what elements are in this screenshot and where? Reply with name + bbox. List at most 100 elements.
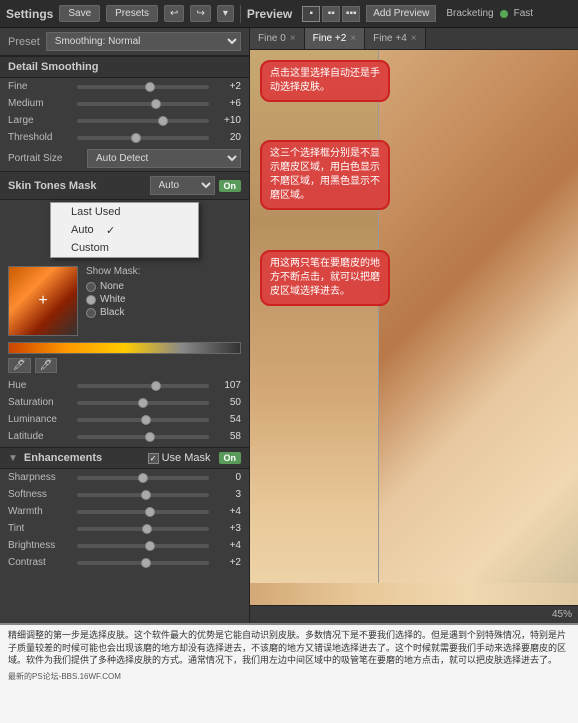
- threshold-track[interactable]: [77, 136, 209, 140]
- warmth-value: +4: [213, 506, 241, 517]
- softness-thumb[interactable]: [141, 490, 151, 500]
- save-button[interactable]: Save: [59, 5, 100, 22]
- saturation-thumb[interactable]: [138, 398, 148, 408]
- presets-button[interactable]: Presets: [106, 5, 158, 22]
- use-mask-checkbox[interactable]: [148, 453, 159, 464]
- enhancements-title: Enhancements: [24, 452, 144, 464]
- dropdown-last-used[interactable]: Last Used: [51, 203, 198, 221]
- softness-label: Softness: [8, 489, 73, 500]
- tab-fine0[interactable]: Fine 0 ×: [250, 28, 305, 49]
- mask-none-row[interactable]: None: [86, 281, 140, 292]
- large-track[interactable]: [77, 119, 209, 123]
- luminance-label: Luminance: [8, 414, 73, 425]
- show-mask-area: Show Mask: None White Black: [86, 266, 140, 336]
- fine-slider-row: Fine +2: [0, 78, 249, 95]
- tab-fine4[interactable]: Fine +4 ×: [365, 28, 425, 49]
- medium-track[interactable]: [77, 102, 209, 106]
- preset-select[interactable]: Smoothing: Normal: [46, 32, 241, 51]
- dropdown-auto[interactable]: Auto: [51, 221, 198, 239]
- bracketing-label: Bracketing: [446, 8, 493, 19]
- luminance-thumb[interactable]: [141, 415, 151, 425]
- mask-white-row[interactable]: White: [86, 294, 140, 305]
- medium-value: +6: [213, 98, 241, 109]
- mask-none-label: None: [100, 281, 124, 292]
- hue-track[interactable]: [77, 384, 209, 388]
- large-thumb[interactable]: [158, 116, 168, 126]
- hue-label: Hue: [8, 380, 73, 391]
- hsl-sliders: Hue 107 Saturation 50 Luminance 54: [0, 375, 249, 447]
- dropdown-custom[interactable]: Custom: [51, 239, 198, 257]
- sharpness-value: 0: [213, 472, 241, 483]
- sharpness-thumb[interactable]: [138, 473, 148, 483]
- threshold-thumb[interactable]: [131, 133, 141, 143]
- eyedropper-remove-button[interactable]: 🖊: [35, 358, 58, 373]
- luminance-value: 54: [213, 414, 241, 425]
- color-gradient-bar[interactable]: [8, 342, 241, 354]
- use-mask-checkbox-label[interactable]: Use Mask: [148, 452, 211, 464]
- portrait-size-label: Portrait Size: [8, 153, 83, 164]
- arrow-button[interactable]: ▾: [217, 5, 234, 22]
- contrast-thumb[interactable]: [141, 558, 151, 568]
- tab-fine2[interactable]: Fine +2 ×: [305, 28, 365, 49]
- tint-track[interactable]: [77, 527, 209, 531]
- contrast-track[interactable]: [77, 561, 209, 565]
- warmth-track[interactable]: [77, 510, 209, 514]
- mask-black-row[interactable]: Black: [86, 307, 140, 318]
- bottom-paragraph: 精细调整的第一步是选择皮肤。这个软件最大的优势是它能自动识别皮肤。多数情况下是不…: [8, 629, 570, 667]
- brightness-slider-row: Brightness +4: [0, 537, 249, 554]
- skin-on-badge[interactable]: On: [219, 180, 242, 192]
- footer-site: 最新的PS论坛-BBS.16WF.COM: [8, 671, 570, 682]
- saturation-value: 50: [213, 397, 241, 408]
- medium-label: Medium: [8, 98, 73, 109]
- hue-thumb[interactable]: [151, 381, 161, 391]
- medium-thumb[interactable]: [151, 99, 161, 109]
- redo-button[interactable]: ↪: [190, 5, 210, 22]
- threshold-value: 20: [213, 132, 241, 143]
- enhancements-triangle-icon[interactable]: ▼: [8, 453, 18, 464]
- portrait-size-select[interactable]: Auto Detect: [87, 149, 241, 168]
- tab-fine4-close[interactable]: ×: [411, 33, 417, 44]
- enhancements-on-badge[interactable]: On: [219, 452, 242, 464]
- main-layout: Preset Smoothing: Normal Detail Smoothin…: [0, 28, 578, 623]
- mask-none-radio[interactable]: [86, 282, 96, 292]
- face-region: [378, 50, 578, 623]
- hue-value: 107: [213, 380, 241, 391]
- single-view-button[interactable]: ▪: [302, 6, 320, 22]
- undo-button[interactable]: ↩: [164, 5, 184, 22]
- preset-row: Preset Smoothing: Normal: [0, 28, 249, 56]
- eyedropper-add-button[interactable]: 🖊: [8, 358, 31, 373]
- color-swatch[interactable]: +: [8, 266, 78, 336]
- fine-thumb[interactable]: [145, 82, 155, 92]
- skin-tones-select[interactable]: Auto Last Used Custom: [150, 176, 215, 195]
- bubble2-text: 这三个选择框分别是不显示磨皮区域，用白色显示不磨区域，用黑色显示不磨区域。: [270, 148, 380, 201]
- brightness-track[interactable]: [77, 544, 209, 548]
- latitude-track[interactable]: [77, 435, 209, 439]
- latitude-label: Latitude: [8, 431, 73, 442]
- skin-tones-title: Skin Tones Mask: [8, 180, 146, 192]
- contrast-slider-row: Contrast +2: [0, 554, 249, 571]
- tint-thumb[interactable]: [142, 524, 152, 534]
- bubble3-text: 用这两只笔在要磨皮的地方不断点击，就可以把磨皮区域选择进去。: [270, 258, 380, 297]
- fast-label: Fast: [514, 8, 533, 19]
- softness-track[interactable]: [77, 493, 209, 497]
- triple-view-button[interactable]: ▪▪▪: [342, 6, 360, 22]
- fine-track[interactable]: [77, 85, 209, 89]
- large-label: Large: [8, 115, 73, 126]
- saturation-track[interactable]: [77, 401, 209, 405]
- tab-fine2-close[interactable]: ×: [350, 33, 356, 44]
- sharpness-track[interactable]: [77, 476, 209, 480]
- dual-view-button[interactable]: ▪▪: [322, 6, 340, 22]
- add-preview-button[interactable]: Add Preview: [366, 5, 436, 22]
- bubble1-text: 点击这里选择自动还是手动选择皮肤。: [270, 68, 380, 93]
- luminance-track[interactable]: [77, 418, 209, 422]
- preview-image: 点击这里选择自动还是手动选择皮肤。 这三个选择框分别是不显示磨皮区域，用白色显示…: [250, 50, 578, 623]
- hue-slider-row: Hue 107: [0, 377, 249, 394]
- tab-fine0-close[interactable]: ×: [290, 33, 296, 44]
- brightness-thumb[interactable]: [145, 541, 155, 551]
- mask-white-radio[interactable]: [86, 295, 96, 305]
- mask-black-radio[interactable]: [86, 308, 96, 318]
- latitude-thumb[interactable]: [145, 432, 155, 442]
- large-slider-row: Large +10: [0, 112, 249, 129]
- warmth-thumb[interactable]: [145, 507, 155, 517]
- separator: [240, 5, 241, 23]
